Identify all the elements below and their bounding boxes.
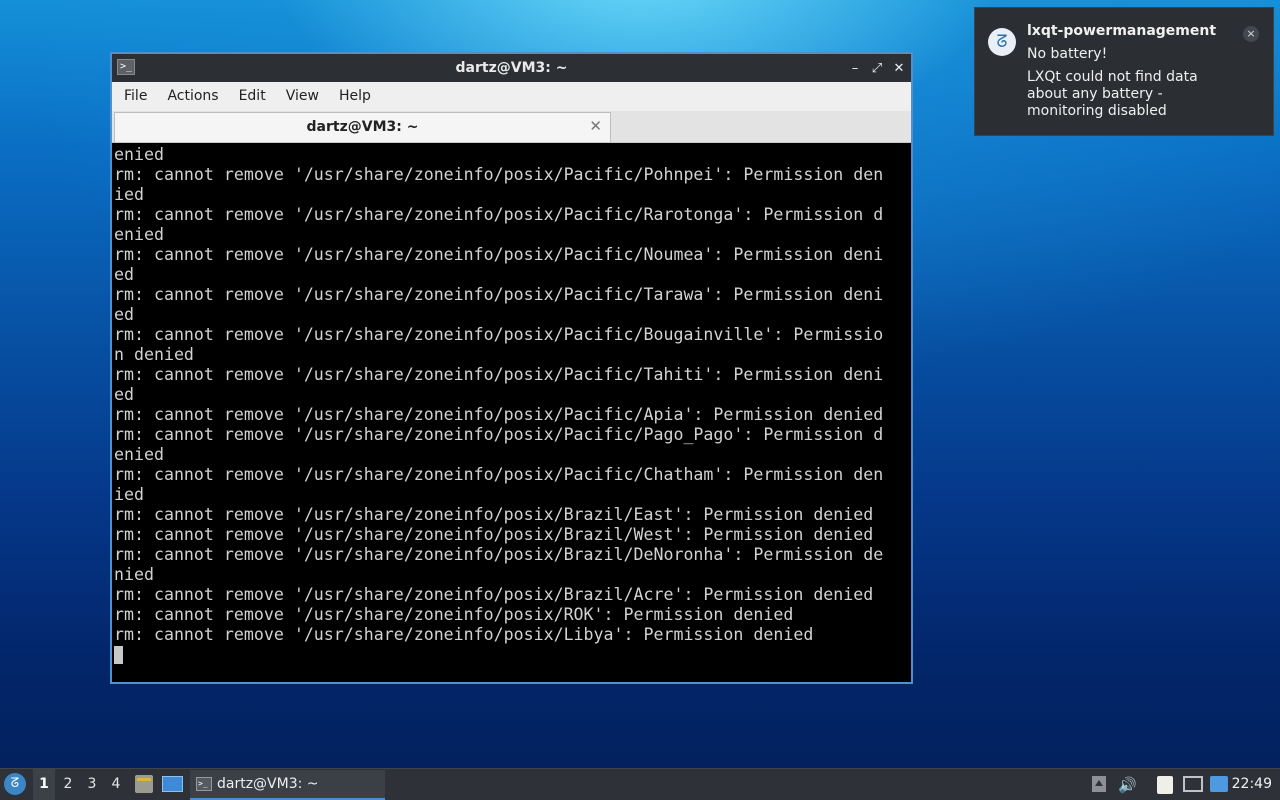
terminal-line: enied: [114, 145, 164, 164]
terminal-line: rm: cannot remove '/usr/share/zoneinfo/p…: [114, 325, 884, 344]
terminal-line: ied: [114, 185, 144, 204]
update-notifier-icon[interactable]: [1210, 776, 1228, 792]
minimize-button[interactable]: –: [849, 61, 861, 76]
tab-close-button[interactable]: ✕: [589, 117, 602, 135]
terminal-line: rm: cannot remove '/usr/share/zoneinfo/p…: [114, 245, 884, 264]
terminal-line: ed: [114, 305, 134, 324]
tab-bar: dartz@VM3: ~ ✕: [112, 111, 911, 143]
tab-title: dartz@VM3: ~: [306, 119, 419, 135]
terminal-line: rm: cannot remove '/usr/share/zoneinfo/p…: [114, 465, 884, 484]
close-button[interactable]: ✕: [893, 61, 905, 76]
terminal-line: rm: cannot remove '/usr/share/zoneinfo/p…: [114, 285, 884, 304]
desktop-switch-3[interactable]: 3: [81, 769, 103, 800]
desktop-switch-2[interactable]: 2: [57, 769, 79, 800]
notification-popup[interactable]: ᘔ lxqt-powermanagement × No battery! LXQ…: [974, 7, 1274, 136]
terminal-line: rm: cannot remove '/usr/share/zoneinfo/p…: [114, 605, 794, 624]
menu-view[interactable]: View: [276, 82, 329, 111]
text-cursor: [114, 646, 123, 664]
terminal-line: rm: cannot remove '/usr/share/zoneinfo/p…: [114, 365, 884, 384]
menu-actions[interactable]: Actions: [157, 82, 228, 111]
terminal-line: ed: [114, 265, 134, 284]
taskbar-task-terminal[interactable]: >_ dartz@VM3: ~: [190, 770, 385, 800]
tab-terminal[interactable]: dartz@VM3: ~ ✕: [114, 112, 611, 142]
terminal-prompt-line[interactable]: [114, 645, 909, 665]
menubar: File Actions Edit View Help: [112, 82, 911, 111]
tray-expand-icon[interactable]: [1092, 776, 1106, 792]
network-icon[interactable]: [1183, 776, 1203, 792]
task-label: dartz@VM3: ~: [217, 776, 319, 792]
terminal-line: rm: cannot remove '/usr/share/zoneinfo/p…: [114, 205, 884, 224]
terminal-line: rm: cannot remove '/usr/share/zoneinfo/p…: [114, 505, 874, 524]
window-title: dartz@VM3: ~: [455, 60, 568, 76]
clipboard-icon[interactable]: [1157, 776, 1173, 794]
terminal-line: rm: cannot remove '/usr/share/zoneinfo/p…: [114, 425, 884, 444]
terminal-line: rm: cannot remove '/usr/share/zoneinfo/p…: [114, 625, 814, 644]
volume-icon[interactable]: 🔊: [1118, 776, 1137, 794]
window-titlebar[interactable]: >_ dartz@VM3: ~ – ⤢ ✕: [112, 54, 911, 82]
file-manager-icon[interactable]: [135, 775, 153, 793]
menu-file[interactable]: File: [114, 82, 157, 111]
terminal-line: ed: [114, 385, 134, 404]
terminal-line: rm: cannot remove '/usr/share/zoneinfo/p…: [114, 525, 874, 544]
desktop-switch-4[interactable]: 4: [105, 769, 127, 800]
terminal-window[interactable]: >_ dartz@VM3: ~ – ⤢ ✕ File Actions Edit …: [110, 52, 913, 684]
terminal-output[interactable]: enied rm: cannot remove '/usr/share/zonei…: [114, 145, 909, 680]
terminal-line: nied: [114, 565, 154, 584]
notification-close-button[interactable]: ×: [1243, 26, 1259, 42]
show-desktop-icon[interactable]: [162, 776, 183, 792]
desktop-switch-1[interactable]: 1: [33, 769, 55, 800]
terminal-line: n denied: [114, 345, 194, 364]
notification-body: LXQt could not find data about any batte…: [1027, 69, 1198, 119]
notification-app-name: lxqt-powermanagement: [1027, 23, 1217, 39]
terminal-line: rm: cannot remove '/usr/share/zoneinfo/p…: [114, 545, 884, 564]
maximize-button[interactable]: ⤢: [871, 61, 883, 76]
terminal-line: enied: [114, 225, 164, 244]
terminal-line: enied: [114, 445, 164, 464]
terminal-icon: >_: [196, 777, 212, 791]
lxqt-logo-icon: ᘔ: [988, 28, 1016, 56]
terminal-line: rm: cannot remove '/usr/share/zoneinfo/p…: [114, 585, 874, 604]
terminal-line: ied: [114, 485, 144, 504]
start-menu-icon[interactable]: ᘔ: [4, 773, 26, 795]
menu-edit[interactable]: Edit: [229, 82, 276, 111]
terminal-line: rm: cannot remove '/usr/share/zoneinfo/p…: [114, 405, 884, 424]
taskbar: ᘔ 1 2 3 4 >_ dartz@VM3: ~ 🔊 22:49: [0, 768, 1280, 800]
menu-help[interactable]: Help: [329, 82, 381, 111]
notification-summary: No battery!: [1027, 46, 1108, 62]
terminal-line: rm: cannot remove '/usr/share/zoneinfo/p…: [114, 165, 884, 184]
clock[interactable]: 22:49: [1232, 769, 1272, 800]
